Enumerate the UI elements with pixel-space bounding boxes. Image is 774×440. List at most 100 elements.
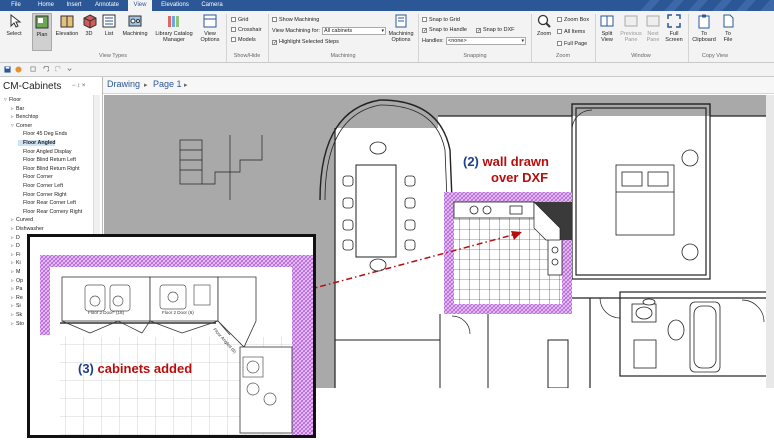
tab-elevations[interactable]: Elevations: [158, 0, 192, 11]
inset-label-floor2door1: Floor 2 Door* (18): [88, 310, 125, 315]
plan-button[interactable]: Plan: [32, 13, 52, 51]
machining-label: Machining: [122, 31, 148, 37]
library-manager-button[interactable]: Library Catalog Manager: [154, 13, 194, 51]
list-icon: [102, 14, 116, 28]
breadcrumb-separator-icon: ▸: [184, 82, 188, 89]
elevation-button[interactable]: Elevation: [54, 13, 80, 51]
tab-file[interactable]: File: [6, 0, 26, 11]
highlight-selected-checkbox[interactable]: ✓ Highlight Selected Steps: [272, 39, 339, 46]
save-icon[interactable]: [4, 66, 11, 73]
tree-item-label: Curved: [16, 217, 34, 224]
all-items-button[interactable]: All Items: [557, 29, 585, 36]
tab-camera[interactable]: Camera: [198, 0, 226, 11]
tab-home[interactable]: Home: [34, 0, 58, 11]
tree-item[interactable]: ▹ Dishwasher: [11, 226, 44, 232]
show-machining-label: Show Machining: [279, 17, 320, 23]
select-button[interactable]: Select: [3, 13, 25, 51]
to-file-button[interactable]: To File: [720, 13, 736, 51]
tree-item[interactable]: ▹ Ki: [11, 260, 21, 266]
tree-item[interactable]: Floor Rear Corner Left: [18, 200, 76, 206]
annotation-cabinets-added-text: cabinets added: [97, 361, 193, 376]
grid-checkbox[interactable]: Grid: [231, 17, 248, 24]
tree-item-label: Fi: [16, 251, 21, 258]
crosshair-checkbox[interactable]: Crosshair: [231, 27, 262, 34]
tree-item[interactable]: Floor Angled Display: [18, 149, 72, 155]
tree-item[interactable]: ▹ Bar: [11, 106, 24, 112]
previous-pane-button[interactable]: Previous Pane: [620, 13, 642, 51]
undo-icon[interactable]: [42, 66, 49, 73]
breadcrumb-drawing[interactable]: Drawing: [107, 79, 140, 89]
zoom-button[interactable]: Zoom: [534, 13, 554, 51]
3d-button[interactable]: 3D: [82, 13, 97, 51]
tree-item[interactable]: ▹ Curved: [11, 217, 33, 223]
tree-item-label: Floor Angled Display: [23, 148, 72, 155]
to-clipboard-button[interactable]: To Clipboard: [691, 13, 717, 51]
ribbon-panel: Select Plan Elevation 3D List Machining …: [0, 11, 774, 63]
tree-item[interactable]: ▹ M: [11, 269, 20, 275]
tree-item[interactable]: ▹ Sto: [11, 321, 24, 327]
machining-for-dropdown[interactable]: All cabinets ▾: [322, 27, 386, 35]
tree-item[interactable]: Floor Angled: [18, 140, 56, 146]
quick-access-toolbar: [0, 63, 774, 77]
tree-item[interactable]: ▹ Fi: [11, 252, 20, 258]
tree-item[interactable]: Floor Blind Return Right: [18, 166, 80, 172]
grid-label: Grid: [238, 17, 249, 23]
ribbon-separator: [226, 14, 227, 62]
tree-item[interactable]: Floor Corner Left: [18, 183, 63, 189]
cube-icon: [83, 14, 97, 29]
copy-icon[interactable]: [30, 66, 37, 73]
panel-window-controls[interactable]: − ↕ ×: [72, 83, 85, 89]
split-view-button[interactable]: Split View: [597, 13, 617, 51]
models-checkbox[interactable]: Models: [231, 37, 256, 44]
ribbon-separator: [688, 14, 689, 62]
tree-item[interactable]: ▹ D: [11, 243, 20, 249]
tree-item[interactable]: ▿ Corner: [11, 123, 32, 129]
next-pane-button[interactable]: Next Pane: [644, 13, 662, 51]
tab-insert[interactable]: Insert: [62, 0, 86, 11]
handles-dropdown[interactable]: <none> ▾: [446, 37, 526, 45]
tree-item-label: Op: [16, 277, 24, 284]
tree-item[interactable]: Floor Blind Return Left: [18, 157, 76, 163]
list-button[interactable]: List: [100, 13, 118, 51]
tree-item[interactable]: Floor Rear Cornery Right: [18, 209, 82, 215]
redo-icon[interactable]: [55, 66, 62, 73]
tab-annotate[interactable]: Annotate: [90, 0, 124, 11]
tree-item[interactable]: ▹ Si: [11, 303, 21, 309]
snap-grid-checkbox[interactable]: Snap to Grid: [422, 17, 460, 24]
tree-item-label: Corner: [16, 122, 33, 129]
tree-item-label: M: [16, 269, 21, 275]
machining-options-button[interactable]: Machining Options: [388, 13, 414, 51]
view-machining-for-label: View Machining for:: [272, 28, 320, 34]
view-options-button[interactable]: View Options: [198, 13, 222, 51]
zoom-box-button[interactable]: Zoom Box: [557, 17, 589, 24]
inset-label-floor2door2: Floor 2 Door (6): [162, 310, 194, 315]
tree-item[interactable]: ▹ Re: [11, 295, 23, 301]
tree-item[interactable]: ▹ Pa: [11, 286, 22, 292]
machining-button[interactable]: Machining: [121, 13, 149, 51]
full-page-button[interactable]: Full Page: [557, 41, 587, 48]
tree-item[interactable]: ▹ Benchtop: [11, 114, 38, 120]
palette-icon[interactable]: [15, 66, 22, 73]
tab-view[interactable]: View: [128, 0, 152, 11]
tree-item[interactable]: ▿ Floor: [4, 97, 21, 103]
tree-item-label: Floor Blind Return Right: [23, 165, 80, 172]
tree-item[interactable]: Floor Corner Right: [18, 192, 67, 198]
chevron-down-icon[interactable]: [66, 66, 73, 73]
tree-item[interactable]: ▹ Op: [11, 278, 23, 284]
snap-handle-checkbox[interactable]: ✓ Snap to Handle: [422, 27, 467, 34]
previous-pane-icon: [624, 15, 638, 27]
tree-item[interactable]: Floor 45 Deg Ends: [18, 131, 67, 137]
annotation-cabinets-added: (3) cabinets added: [78, 361, 192, 376]
show-machining-checkbox[interactable]: Show Machining: [272, 17, 319, 24]
canvas-scrollbar[interactable]: [766, 95, 774, 388]
machining-options-label: Machining Options: [388, 31, 414, 43]
tree-item[interactable]: ▹ D: [11, 235, 20, 241]
tree-item-label: Re: [16, 294, 23, 301]
all-items-label: All Items: [564, 29, 586, 35]
snap-dxf-checkbox[interactable]: ✓ Snap to DXF: [476, 27, 515, 34]
breadcrumb-page[interactable]: Page 1: [153, 79, 182, 89]
tree-item[interactable]: Floor Corner: [18, 174, 53, 180]
to-clipboard-label: To Clipboard: [692, 31, 716, 43]
tree-item[interactable]: ▹ Sk: [11, 312, 22, 318]
full-screen-button[interactable]: Full Screen: [664, 13, 684, 51]
